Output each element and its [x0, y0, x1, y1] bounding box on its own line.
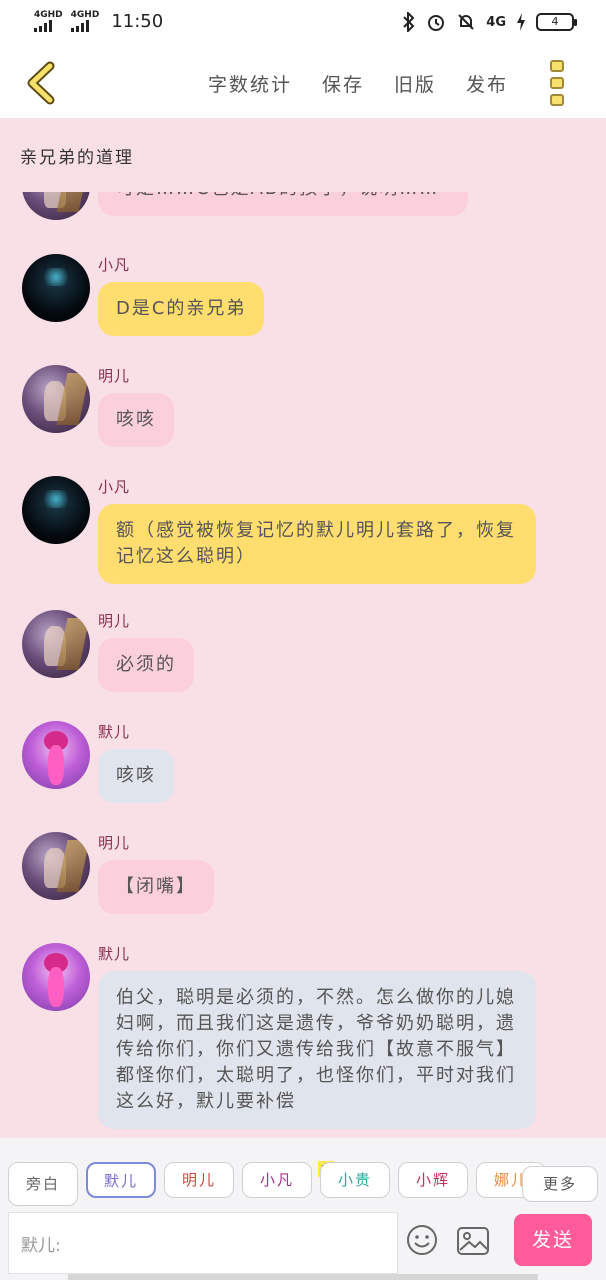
character-chip-xiaohui[interactable]: 小辉	[398, 1162, 468, 1198]
story-title: 亲兄弟的道理	[20, 148, 134, 168]
bluetooth-icon	[403, 12, 415, 32]
word-count-button[interactable]: 字数统计	[208, 70, 292, 97]
message-bubble[interactable]: 可是……C也是AB的孩子，说明……	[98, 192, 468, 216]
avatar[interactable]	[22, 721, 90, 789]
clock: 11:50	[111, 11, 164, 32]
chat-list[interactable]: 可是……C也是AB的孩子，说明…… 小凡 D是C的亲兄弟 明儿 咳咳 小凡 额（…	[0, 192, 606, 1138]
message-bubble[interactable]: 咳咳	[98, 749, 174, 803]
avatar[interactable]	[22, 254, 90, 322]
keyboard-strip	[68, 1274, 538, 1280]
network-type: 4G	[486, 14, 506, 30]
signal-icon: 4GHD	[34, 11, 63, 32]
character-chip-moer[interactable]: 默儿	[86, 1162, 156, 1198]
character-selector: 旁白 默儿 明儿 小凡 主 小贵 小辉 娜儿 更多	[0, 1138, 606, 1208]
mute-icon	[458, 14, 474, 30]
avatar[interactable]	[22, 832, 90, 900]
image-icon[interactable]	[456, 1226, 490, 1256]
old-version-button[interactable]: 旧版	[394, 70, 436, 97]
message-bubble[interactable]: 咳咳	[98, 393, 174, 447]
avatar[interactable]	[22, 610, 90, 678]
message-bubble[interactable]: 【闭嘴】	[98, 860, 214, 914]
save-button[interactable]: 保存	[322, 70, 364, 97]
speaker-name: 明儿	[98, 367, 131, 385]
avatar[interactable]	[22, 476, 90, 544]
more-menu-icon[interactable]	[550, 60, 566, 106]
avatar[interactable]	[22, 365, 90, 433]
avatar[interactable]	[22, 192, 90, 220]
emoji-icon[interactable]	[406, 1224, 438, 1256]
character-chip-xiaofan[interactable]: 小凡	[242, 1162, 312, 1198]
back-arrow-icon[interactable]	[22, 60, 62, 106]
message-bubble[interactable]: 伯父，聪明是必须的，不然。怎么做你的儿媳妇啊，而且我们这是遗传，爷爷奶奶聪明，遗…	[98, 971, 536, 1129]
send-button[interactable]: 发送	[514, 1214, 592, 1266]
input-prefix: 默儿:	[21, 1236, 61, 1256]
speaker-name: 明儿	[98, 834, 131, 852]
message-input[interactable]: 默儿:	[8, 1212, 398, 1274]
charging-icon	[517, 13, 525, 31]
character-chip-xiaogui[interactable]: 小贵	[320, 1162, 390, 1198]
status-bar: 4GHD 4GHD 11:50 4G 4	[0, 0, 606, 46]
more-characters-button[interactable]: 更多	[522, 1166, 598, 1202]
speaker-name: 默儿	[98, 945, 131, 963]
speaker-name: 明儿	[98, 612, 131, 630]
message-bubble[interactable]: 额（感觉被恢复记忆的默儿明儿套路了，恢复记忆这么聪明）	[98, 504, 536, 584]
input-bar: 默儿: 发送	[0, 1208, 606, 1280]
message-bubble[interactable]: 必须的	[98, 638, 194, 692]
speaker-name: 小凡	[98, 478, 131, 496]
speaker-name: 小凡	[98, 256, 131, 274]
publish-button[interactable]: 发布	[466, 70, 508, 97]
message-bubble[interactable]: D是C的亲兄弟	[98, 282, 265, 336]
avatar[interactable]	[22, 943, 90, 1011]
character-chip-minger[interactable]: 明儿	[164, 1162, 234, 1198]
speaker-name: 默儿	[98, 723, 131, 741]
narration-chip[interactable]: 旁白	[8, 1162, 78, 1206]
battery-icon: 4	[536, 13, 577, 31]
top-toolbar: 字数统计 保存 旧版 发布	[0, 46, 606, 118]
alarm-icon	[428, 15, 445, 31]
signal-icon: 4GHD	[70, 11, 99, 32]
